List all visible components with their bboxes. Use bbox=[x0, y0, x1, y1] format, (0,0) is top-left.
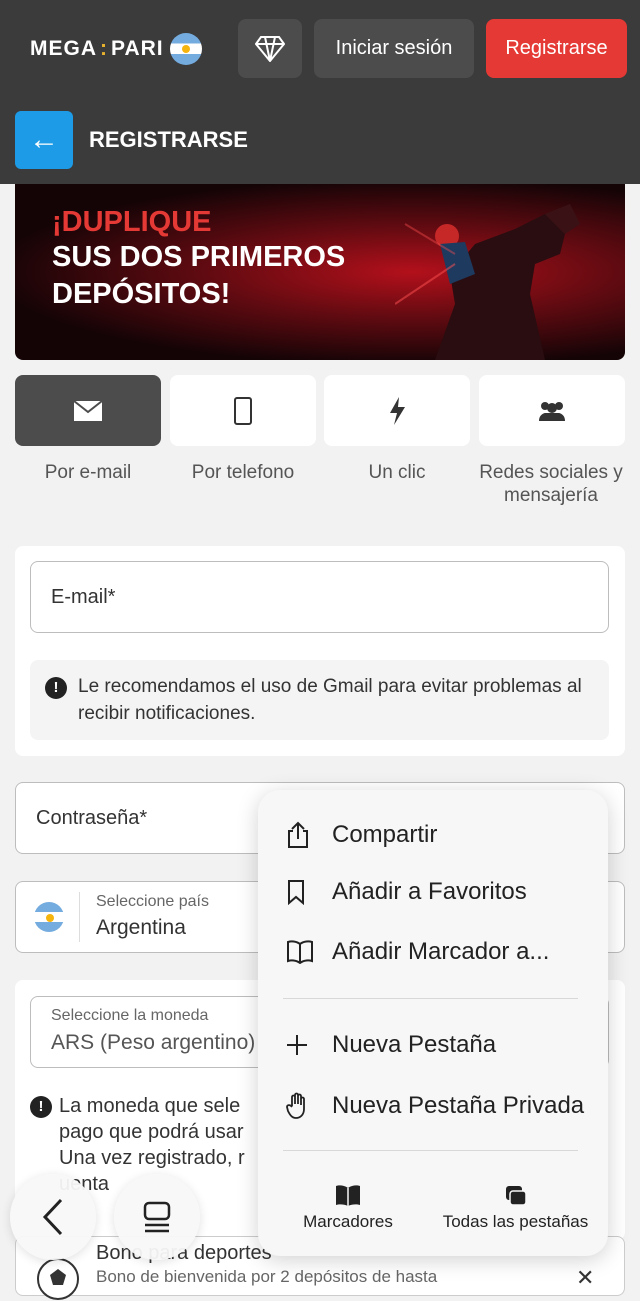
page-header: ← REGISTRARSE bbox=[0, 97, 640, 184]
email-field[interactable]: E-mail* bbox=[30, 561, 609, 633]
logo-colon: : bbox=[100, 37, 108, 60]
menu-item-add-bookmark[interactable]: Añadir Marcador a... bbox=[258, 927, 608, 977]
diamond-icon bbox=[255, 35, 285, 62]
logo-text-pari: PARI bbox=[111, 37, 164, 60]
bookmarks-button[interactable]: Marcadores bbox=[288, 1185, 408, 1232]
registration-method-tabs bbox=[15, 375, 625, 446]
email-card: E-mail* ! Le recomendamos el uso de Gmai… bbox=[15, 546, 625, 756]
plus-icon bbox=[287, 1035, 307, 1055]
browser-back-button[interactable] bbox=[10, 1174, 96, 1260]
info-icon: ! bbox=[45, 677, 67, 699]
people-icon bbox=[539, 401, 565, 421]
menu-item-label: Añadir Marcador a... bbox=[332, 938, 550, 965]
lightning-icon bbox=[390, 396, 405, 425]
banner-line-3: DEPÓSITOS! bbox=[52, 278, 231, 310]
close-icon[interactable]: ✕ bbox=[576, 1265, 594, 1291]
menu-item-label: Compartir bbox=[332, 821, 438, 848]
chevron-left-icon bbox=[42, 1198, 63, 1236]
currency-value: ARS (Peso argentino) bbox=[51, 1031, 256, 1054]
currency-note-line: La moneda que sele bbox=[59, 1095, 241, 1117]
megapari-logo[interactable]: MEGA : PARI bbox=[30, 33, 202, 65]
hand-icon bbox=[286, 1092, 305, 1119]
banner-line-2: SUS DOS PRIMEROS bbox=[52, 241, 346, 273]
menu-item-label: Nueva Pestaña Privada bbox=[332, 1092, 585, 1119]
menu-item-share[interactable]: Compartir bbox=[258, 810, 608, 860]
register-button[interactable]: Registrarse bbox=[486, 19, 627, 78]
tab-phone[interactable] bbox=[170, 375, 316, 446]
phone-icon bbox=[234, 396, 252, 425]
currency-note-line: Una vez registrado, r bbox=[59, 1147, 245, 1169]
tab-email[interactable] bbox=[15, 375, 161, 446]
currency-label: Seleccione la moneda bbox=[51, 1007, 209, 1024]
country-label: Seleccione país bbox=[96, 893, 209, 910]
list-icon bbox=[143, 1201, 171, 1233]
tab-label-social[interactable]: Redes sociales y mensajería bbox=[474, 461, 628, 507]
email-placeholder: E-mail* bbox=[51, 586, 116, 608]
menu-divider bbox=[283, 998, 578, 999]
back-arrow-button[interactable]: ← bbox=[15, 111, 73, 169]
diamond-button[interactable] bbox=[238, 19, 302, 78]
logo-text-mega: MEGA bbox=[30, 37, 97, 60]
browser-context-menu: Compartir Añadir a Favoritos Añadir Marc… bbox=[258, 790, 608, 1256]
menu-item-label: Nueva Pestaña bbox=[332, 1031, 497, 1058]
envelope-icon bbox=[73, 399, 103, 421]
page-title: REGISTRARSE bbox=[89, 127, 248, 152]
tab-social[interactable] bbox=[479, 375, 625, 446]
login-button[interactable]: Iniciar sesión bbox=[314, 19, 474, 78]
book-icon bbox=[287, 940, 313, 964]
open-book-icon bbox=[336, 1185, 360, 1206]
tab-label-phone[interactable]: Por telefono bbox=[166, 461, 320, 484]
divider bbox=[79, 892, 80, 942]
soccer-ball-icon bbox=[37, 1258, 79, 1300]
gmail-tip: ! Le recomendamos el uso de Gmail para e… bbox=[30, 660, 609, 740]
menu-item-add-favorites[interactable]: Añadir a Favoritos bbox=[258, 867, 608, 917]
racehorse-illustration bbox=[395, 204, 580, 360]
gmail-tip-text: Le recomendamos el uso de Gmail para evi… bbox=[78, 676, 582, 724]
menu-item-label: Añadir a Favoritos bbox=[332, 878, 527, 905]
bonus-description: Bono de bienvenida por 2 depósitos de ha… bbox=[96, 1267, 438, 1286]
tab-one-click[interactable] bbox=[324, 375, 470, 446]
promo-banner[interactable]: ¡DUPLIQUE SUS DOS PRIMEROS DEPÓSITOS! bbox=[15, 184, 625, 360]
country-value: Argentina bbox=[96, 916, 186, 939]
tab-label-email[interactable]: Por e-mail bbox=[11, 461, 165, 484]
argentina-flag-icon bbox=[169, 33, 202, 65]
banner-line-1: ¡DUPLIQUE bbox=[52, 206, 212, 238]
argentina-flag-icon bbox=[34, 902, 64, 932]
all-tabs-label: Todas las pestañas bbox=[442, 1212, 589, 1231]
menu-item-new-private-tab[interactable]: Nueva Pestaña Privada bbox=[258, 1081, 608, 1131]
currency-note-line: pago que podrá usar bbox=[59, 1121, 244, 1143]
menu-item-new-tab[interactable]: Nueva Pestaña bbox=[258, 1020, 608, 1070]
bookmark-icon bbox=[288, 880, 304, 905]
password-placeholder: Contraseña* bbox=[36, 807, 148, 829]
share-icon bbox=[288, 821, 308, 848]
all-tabs-button[interactable]: Todas las pestañas bbox=[433, 1185, 598, 1232]
top-bar: MEGA : PARI Iniciar sesión Registrarse bbox=[0, 0, 640, 97]
tab-label-one-click[interactable]: Un clic bbox=[320, 461, 474, 484]
menu-divider bbox=[283, 1150, 578, 1151]
tabs-icon bbox=[505, 1186, 527, 1206]
bookmarks-label: Marcadores bbox=[303, 1212, 393, 1231]
info-icon: ! bbox=[30, 1096, 52, 1118]
browser-tabs-button[interactable] bbox=[114, 1174, 200, 1260]
